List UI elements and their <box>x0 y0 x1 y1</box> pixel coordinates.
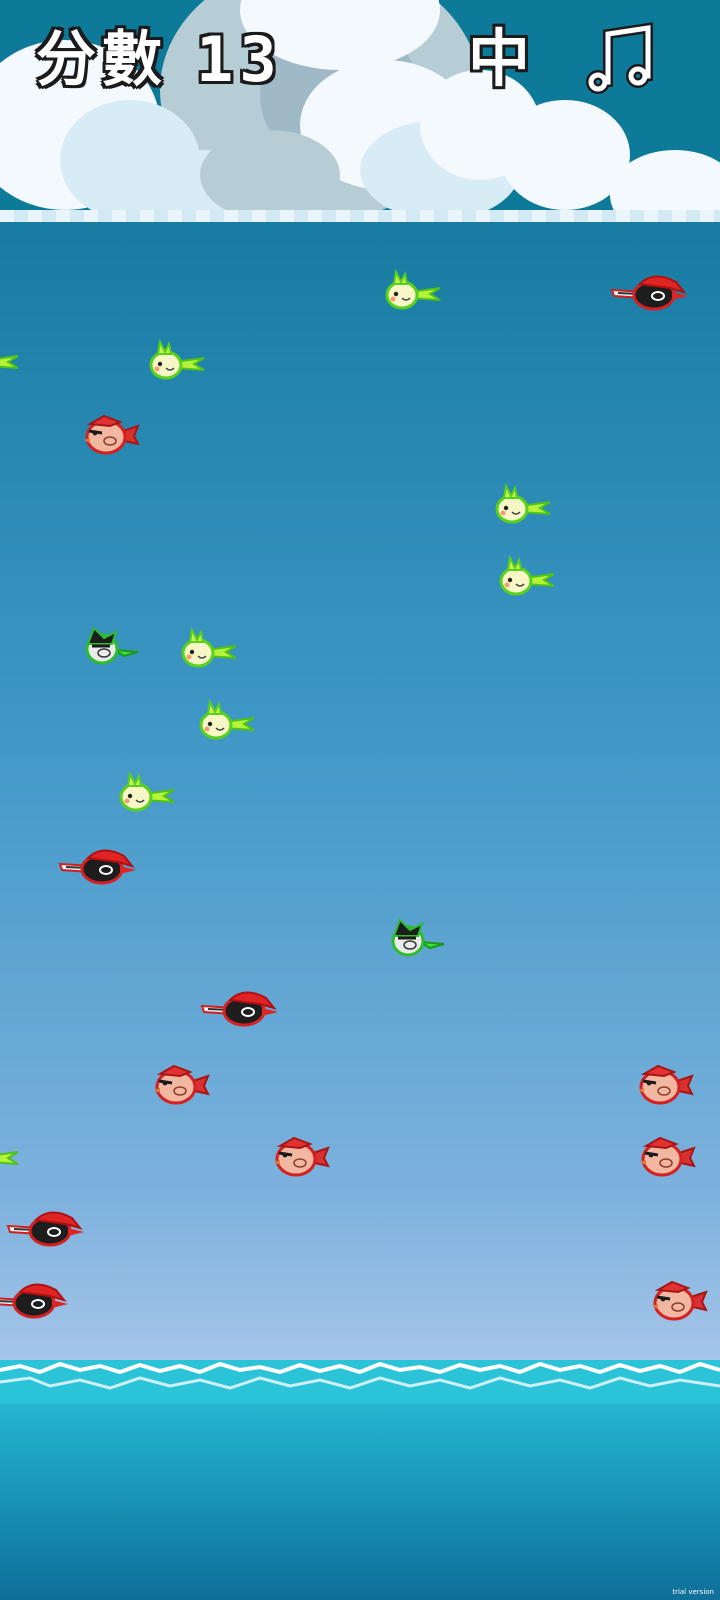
score-value: 13 <box>196 23 283 96</box>
ocean <box>0 1370 720 1600</box>
bird-black-green[interactable] <box>386 916 446 962</box>
bird-red-round[interactable] <box>80 412 140 458</box>
score-label: 分數 <box>36 25 168 95</box>
music-note-icon[interactable] <box>582 22 660 94</box>
ocean-foam <box>0 1360 720 1404</box>
bird-red-round[interactable] <box>648 1278 708 1324</box>
bird-red-round[interactable] <box>150 1062 210 1108</box>
bird-red-round[interactable] <box>634 1062 694 1108</box>
language-button[interactable]: 中 <box>468 22 536 96</box>
bird-green[interactable] <box>0 338 20 384</box>
game-stage[interactable]: 分數 13 中 trial version <box>0 0 720 1600</box>
bird-green[interactable] <box>178 626 238 674</box>
bird-red-long[interactable] <box>610 270 690 316</box>
cloud-edge <box>0 210 720 222</box>
bird-green[interactable] <box>0 1134 20 1180</box>
bird-red-long[interactable] <box>6 1206 86 1252</box>
bird-red-long[interactable] <box>200 986 280 1032</box>
bird-red-long[interactable] <box>0 1278 70 1324</box>
bird-red-round[interactable] <box>270 1134 330 1180</box>
bird-green[interactable] <box>382 268 442 316</box>
bird-green[interactable] <box>496 554 556 602</box>
bird-green[interactable] <box>146 338 206 386</box>
bird-green[interactable] <box>492 482 552 530</box>
bird-green[interactable] <box>116 770 176 818</box>
bird-green[interactable] <box>196 698 256 746</box>
bird-black-green[interactable] <box>80 624 140 670</box>
bird-red-long[interactable] <box>58 844 138 890</box>
bird-red-round[interactable] <box>636 1134 696 1180</box>
trial-watermark: trial version <box>672 1588 714 1596</box>
